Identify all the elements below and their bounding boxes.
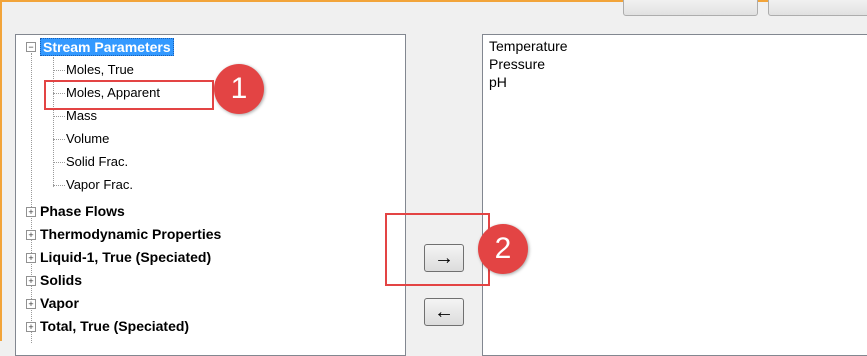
tree-node-thermodynamic-properties[interactable]: Thermodynamic Properties bbox=[40, 226, 221, 242]
callout-highlight-1 bbox=[44, 80, 214, 110]
top-button-partial-1[interactable] bbox=[623, 0, 758, 16]
tree-node-liquid-1-true[interactable]: Liquid-1, True (Speciated) bbox=[40, 249, 211, 265]
tree-node-solids[interactable]: Solids bbox=[40, 272, 82, 288]
tree-node-total-true[interactable]: Total, True (Speciated) bbox=[40, 318, 189, 334]
remove-arrow-button[interactable]: ← bbox=[424, 298, 464, 326]
tree-item-mass[interactable]: Mass bbox=[66, 108, 97, 124]
tree-node-phase-flows[interactable]: Phase Flows bbox=[40, 203, 125, 219]
tree-item-vapor-frac[interactable]: Vapor Frac. bbox=[66, 177, 133, 193]
expand-icon[interactable]: + bbox=[26, 230, 36, 240]
callout-badge-1: 1 bbox=[214, 64, 264, 114]
callout-badge-2: 2 bbox=[478, 224, 528, 274]
expand-icon[interactable]: + bbox=[26, 253, 36, 263]
tree-connector bbox=[53, 116, 65, 117]
expand-icon[interactable]: + bbox=[26, 322, 36, 332]
top-button-partial-2[interactable] bbox=[768, 0, 867, 16]
list-item-temperature[interactable]: Temperature bbox=[489, 38, 568, 54]
tree-child-line bbox=[53, 57, 54, 187]
tree-item-solid-frac[interactable]: Solid Frac. bbox=[66, 154, 128, 170]
tree-connector bbox=[53, 185, 65, 186]
selected-parameters-list[interactable]: Temperature Pressure pH bbox=[482, 34, 867, 356]
collapse-icon[interactable]: − bbox=[26, 42, 36, 52]
callout-highlight-2 bbox=[385, 213, 490, 286]
tree-node-vapor[interactable]: Vapor bbox=[40, 295, 79, 311]
tree-item-volume[interactable]: Volume bbox=[66, 131, 109, 147]
list-item-pressure[interactable]: Pressure bbox=[489, 56, 545, 72]
tree-connector bbox=[53, 139, 65, 140]
tree-node-stream-parameters[interactable]: Stream Parameters bbox=[40, 38, 174, 56]
tree-connector bbox=[53, 162, 65, 163]
tree-item-moles-true[interactable]: Moles, True bbox=[66, 62, 134, 78]
expand-icon[interactable]: + bbox=[26, 276, 36, 286]
window-left-border bbox=[0, 0, 2, 341]
list-item-ph[interactable]: pH bbox=[489, 74, 507, 90]
expand-icon[interactable]: + bbox=[26, 299, 36, 309]
tree-connector bbox=[53, 70, 65, 71]
expand-icon[interactable]: + bbox=[26, 207, 36, 217]
